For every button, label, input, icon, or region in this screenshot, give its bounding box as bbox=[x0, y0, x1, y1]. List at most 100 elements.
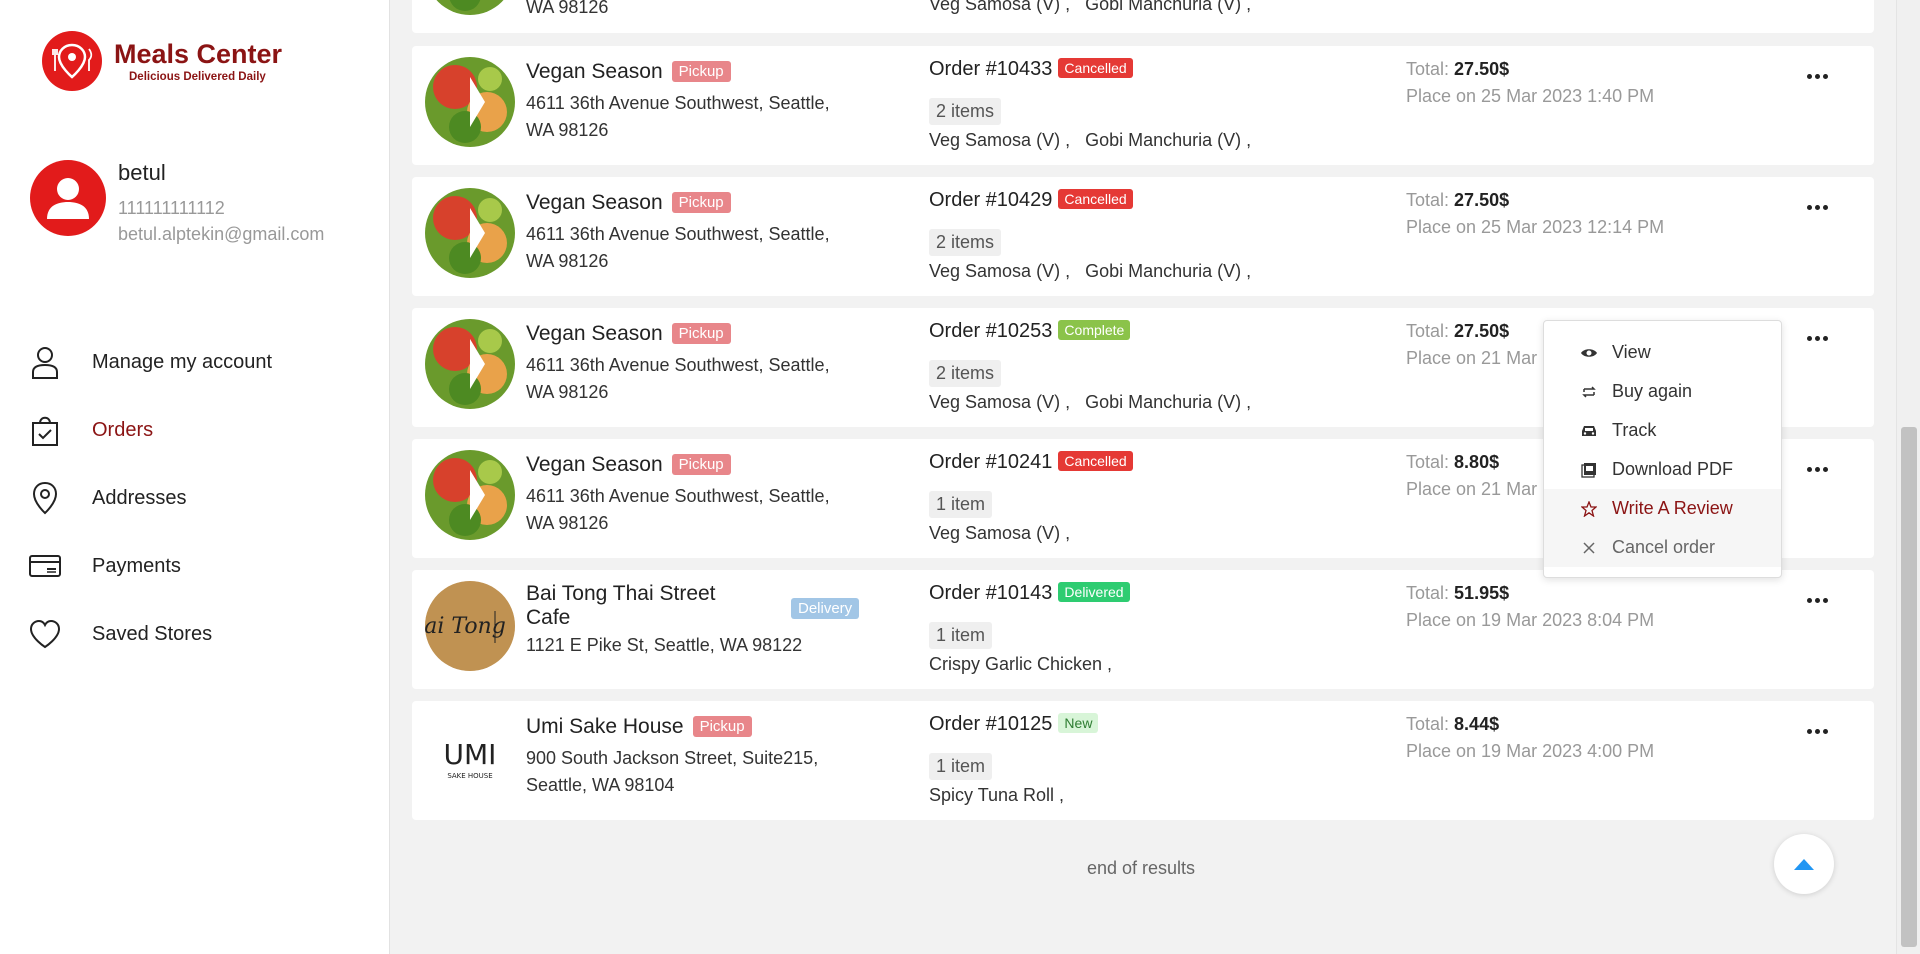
brand-name: Meals Center bbox=[114, 39, 283, 69]
order-number: Order #10125 New bbox=[929, 713, 1099, 736]
store-thumbnail: ai Tong bbox=[425, 581, 515, 671]
user-silhouette-icon bbox=[47, 178, 89, 219]
shopping-bag-icon bbox=[28, 413, 62, 447]
menu-item-label: Track bbox=[1612, 420, 1657, 440]
sidebar-item-addresses[interactable]: Addresses bbox=[28, 464, 272, 532]
store-thumbnail bbox=[425, 188, 515, 278]
status-badge: Complete bbox=[1058, 320, 1131, 340]
umi-logo-subtext: SAKE HOUSE bbox=[447, 772, 492, 780]
status-badge: Delivered bbox=[1058, 582, 1130, 602]
order-number: Order #10143 Delivered bbox=[929, 582, 1130, 605]
more-options-icon[interactable] bbox=[1797, 586, 1837, 614]
order-number: Order #10253 Complete bbox=[929, 320, 1131, 343]
order-date: Place on 21 Mar bbox=[1406, 479, 1538, 499]
star-icon bbox=[1580, 500, 1598, 518]
order-total: Total: 8.44$ bbox=[1406, 714, 1500, 734]
menu-item-label: Download PDF bbox=[1612, 459, 1734, 479]
more-options-icon[interactable] bbox=[1797, 324, 1837, 352]
menu-item-label: Write A Review bbox=[1612, 498, 1733, 518]
scroll-to-top-button[interactable] bbox=[1774, 834, 1834, 894]
sidebar-item-payments[interactable]: Payments bbox=[28, 532, 272, 600]
caret-up-icon bbox=[1794, 859, 1814, 870]
store-thumbnail bbox=[425, 450, 515, 540]
profile-name: betul bbox=[118, 160, 166, 185]
items-count: 2 items bbox=[929, 98, 1002, 125]
order-total: Total: 8.80$ bbox=[1406, 452, 1500, 472]
store-address: 4611 36th Avenue Southwest, Seattle, WA … bbox=[526, 93, 830, 140]
car-icon bbox=[1580, 422, 1598, 440]
menu-item-cancel-order[interactable]: Cancel order bbox=[1544, 528, 1781, 567]
sidebar-item-saved-stores[interactable]: Saved Stores bbox=[28, 600, 272, 668]
order-actions-menu: View Buy again Track Download PDF Write … bbox=[1543, 320, 1782, 578]
status-badge: New bbox=[1058, 713, 1099, 733]
store-thumbnail bbox=[425, 319, 515, 409]
store-name: Vegan Season Pickup bbox=[526, 322, 731, 346]
order-dishes: Veg Samosa (V) , Gobi Manchuria (V) , bbox=[929, 392, 1252, 412]
store-thumbnail bbox=[425, 57, 515, 147]
pickup-badge: Pickup bbox=[671, 192, 731, 213]
items-count: 1 item bbox=[929, 491, 993, 518]
items-count: 1 item bbox=[929, 753, 993, 780]
fork-knife-pin-icon bbox=[42, 31, 102, 91]
credit-card-icon bbox=[28, 549, 62, 583]
brand-logo[interactable]: Meals Center Delicious Delivered Daily bbox=[42, 31, 282, 91]
order-date: Place on 21 Mar bbox=[1406, 348, 1538, 368]
menu-item-write-review[interactable]: Write A Review bbox=[1544, 489, 1781, 528]
order-date: Place on 25 Mar 2023 1:40 PM bbox=[1406, 86, 1655, 106]
order-number: Order #10433 Cancelled bbox=[929, 58, 1133, 81]
sidebar-item-label: Orders bbox=[92, 418, 154, 441]
items-count: 1 item bbox=[929, 622, 993, 649]
sidebar-item-orders[interactable]: Orders bbox=[28, 396, 272, 464]
store-address: 4611 36th Avenue Southwest, Seattle, WA … bbox=[526, 355, 830, 402]
order-total: Total: 27.50$ bbox=[1406, 59, 1510, 79]
order-card: Vegan Season Pickup 4611 36th Avenue Sout… bbox=[412, 46, 1874, 165]
sidebar-item-label: Payments bbox=[92, 554, 181, 577]
umi-logo-text: UMI bbox=[444, 738, 497, 771]
close-icon bbox=[1580, 539, 1598, 557]
order-card: Vegan Season Pickup 4611 36th Avenue Sout… bbox=[412, 177, 1874, 296]
map-pin-icon bbox=[28, 481, 62, 515]
store-name: Vegan Season Pickup bbox=[526, 60, 731, 84]
brand-tagline: Delicious Delivered Daily bbox=[129, 71, 266, 83]
avatar bbox=[30, 160, 106, 236]
order-dishes: Spicy Tuna Roll , bbox=[929, 785, 1065, 805]
pickup-badge: Pickup bbox=[671, 61, 731, 82]
order-dishes: Crispy Garlic Chicken , bbox=[929, 654, 1113, 674]
status-badge: Cancelled bbox=[1058, 58, 1133, 78]
order-dishes: Veg Samosa (V) , bbox=[929, 523, 1071, 543]
profile-email: betul.alptekin@gmail.com bbox=[118, 224, 325, 244]
order-total: Total: 51.95$ bbox=[1406, 583, 1510, 603]
menu-item-view[interactable]: View bbox=[1544, 333, 1781, 372]
menu-item-download-pdf[interactable]: Download PDF bbox=[1544, 450, 1781, 489]
store-address: 4611 36th Avenue Southwest, Seattle, WA … bbox=[526, 224, 830, 271]
more-options-icon[interactable] bbox=[1797, 717, 1837, 745]
menu-item-label: Buy again bbox=[1612, 381, 1693, 401]
sidebar-item-label: Addresses bbox=[92, 486, 187, 509]
sidebar: Meals Center Delicious Delivered Daily b… bbox=[0, 0, 390, 954]
more-options-icon[interactable] bbox=[1797, 193, 1837, 221]
status-badge: Cancelled bbox=[1058, 189, 1133, 209]
profile-phone: 111111111112 bbox=[118, 198, 225, 218]
pickup-badge: Pickup bbox=[671, 323, 731, 344]
repeat-icon bbox=[1580, 383, 1598, 401]
order-card: UMI SAKE HOUSE Umi Sake House Pickup 900 S… bbox=[412, 701, 1874, 820]
user-profile: betul 111111111112 betul.alptekin@gmail.… bbox=[30, 160, 324, 245]
sidebar-item-manage-account[interactable]: Manage my account bbox=[28, 328, 272, 396]
store-name: Bai Tong Thai Street Cafe bbox=[526, 582, 716, 629]
pickup-badge: Pickup bbox=[671, 454, 731, 475]
end-of-results: end of results bbox=[1086, 858, 1196, 878]
more-options-icon[interactable] bbox=[1797, 455, 1837, 483]
store-address: 900 South Jackson Street, Suite215, Seat… bbox=[526, 748, 819, 795]
scrollbar[interactable] bbox=[1896, 0, 1920, 954]
order-total: Total: 27.50$ bbox=[1406, 321, 1510, 341]
delivery-badge: Delivery bbox=[791, 598, 860, 619]
order-dishes: Veg Samosa (V) , Gobi Manchuria (V) , bbox=[929, 130, 1252, 150]
heart-icon bbox=[28, 617, 62, 651]
menu-item-track[interactable]: Track bbox=[1544, 411, 1781, 450]
menu-item-buy-again[interactable]: Buy again bbox=[1544, 372, 1781, 411]
sidebar-item-label: Manage my account bbox=[92, 350, 273, 373]
more-options-icon[interactable] bbox=[1797, 62, 1837, 90]
scrollbar-thumb[interactable] bbox=[1901, 427, 1917, 947]
sidebar-nav: Manage my account Orders Addresses Payme… bbox=[28, 328, 272, 668]
order-card-partial: WA 98126 Veg Samosa (V) , Gobi Manchuria… bbox=[412, 0, 1874, 33]
